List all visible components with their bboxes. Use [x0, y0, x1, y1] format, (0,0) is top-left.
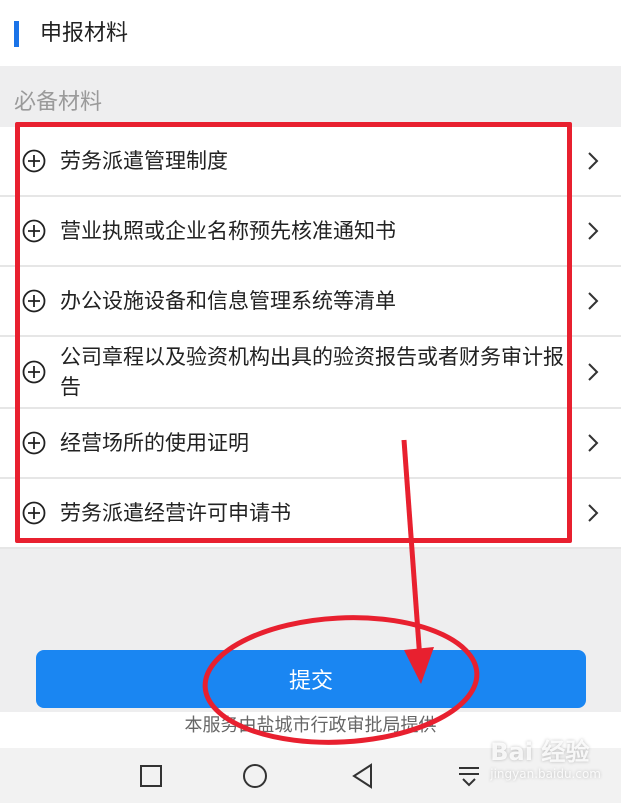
chevron-right-icon	[588, 152, 599, 170]
plus-circle-icon	[22, 360, 46, 384]
triangle-back-icon[interactable]	[349, 762, 377, 790]
watermark-brand: Bai 经验	[490, 738, 590, 766]
plus-circle-icon	[22, 219, 46, 243]
menu-down-icon[interactable]	[455, 762, 483, 790]
material-label: 经营场所的使用证明	[60, 431, 249, 455]
baidu-watermark: Bai 经验 jingyan.baidu.com	[490, 732, 601, 781]
chevron-right-icon	[588, 363, 599, 381]
plus-circle-icon	[22, 149, 46, 173]
material-label: 劳务派遣管理制度	[60, 149, 228, 173]
section-label: 必备材料	[14, 90, 103, 115]
chevron-right-icon	[588, 504, 599, 522]
circle-icon[interactable]	[241, 762, 269, 790]
material-label: 办公设施设备和信息管理系统等清单	[60, 289, 396, 313]
watermark-url: jingyan.baidu.com	[490, 767, 601, 781]
page-header: 申报材料	[0, 0, 621, 66]
material-item-5[interactable]: 经营场所的使用证明	[0, 409, 621, 479]
square-icon[interactable]	[137, 762, 165, 790]
material-item-2[interactable]: 营业执照或企业名称预先核准通知书	[0, 197, 621, 267]
material-item-4[interactable]: 公司章程以及验资机构出具的验资报告或者财务审计报告	[0, 337, 621, 409]
materials-list: 劳务派遣管理制度 营业执照或企业名称预先核准通知书 办公设施设备和信息管理系统等…	[0, 127, 621, 549]
material-item-3[interactable]: 办公设施设备和信息管理系统等清单	[0, 267, 621, 337]
submit-button[interactable]: 提交	[36, 650, 586, 708]
material-item-1[interactable]: 劳务派遣管理制度	[0, 127, 621, 197]
plus-circle-icon	[22, 289, 46, 313]
material-label: 劳务派遣经营许可申请书	[60, 501, 291, 525]
plus-circle-icon	[22, 431, 46, 455]
chevron-right-icon	[588, 434, 599, 452]
chevron-right-icon	[588, 292, 599, 310]
material-item-6[interactable]: 劳务派遣经营许可申请书	[0, 479, 621, 549]
material-label: 公司章程以及验资机构出具的验资报告或者财务审计报告	[60, 345, 564, 399]
header-accent-bar	[14, 21, 19, 47]
page-title: 申报材料	[40, 21, 129, 46]
material-label: 营业执照或企业名称预先核准通知书	[60, 219, 396, 243]
chevron-right-icon	[588, 222, 599, 240]
plus-circle-icon	[22, 501, 46, 525]
